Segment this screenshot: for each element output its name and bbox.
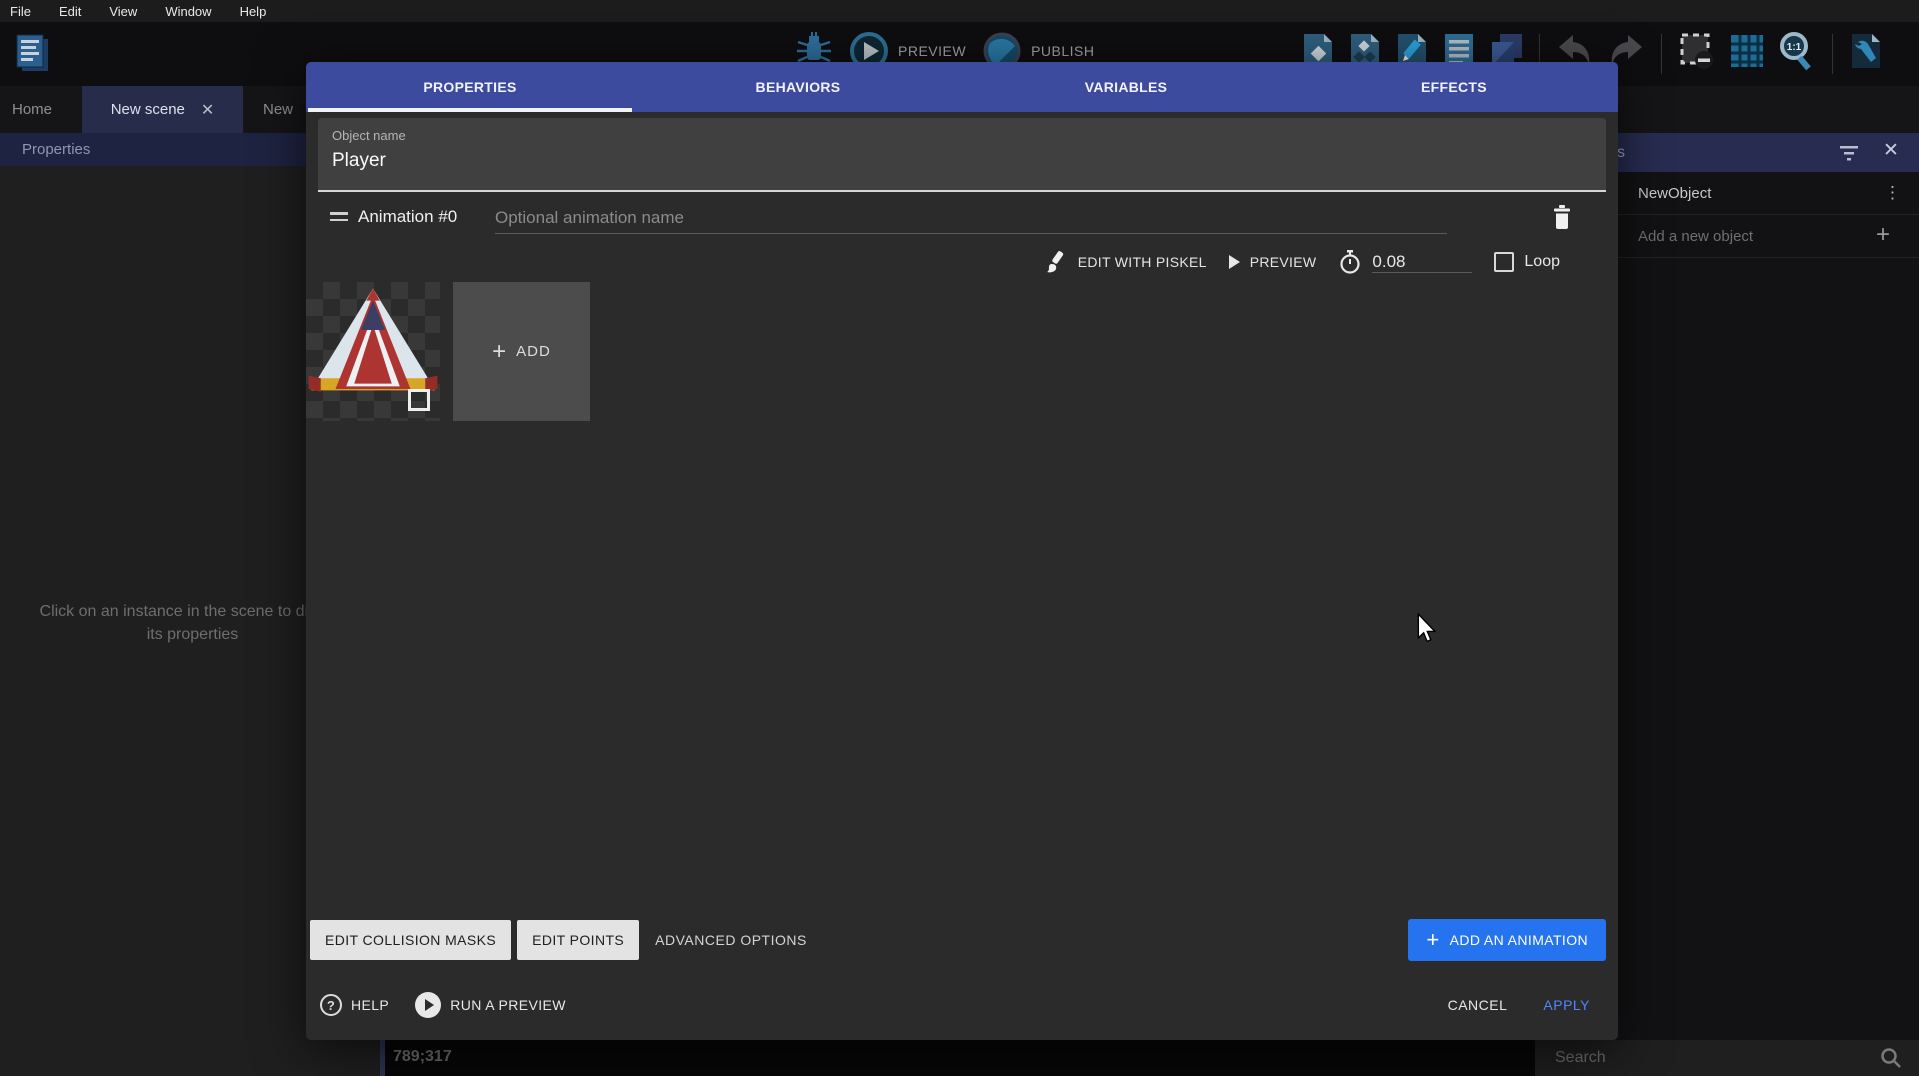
animation-frames-row: + ADD	[306, 282, 590, 421]
zoom-original-button[interactable]: 1:1	[1777, 30, 1817, 77]
edit-with-piskel-button[interactable]: EDIT WITH PISKEL	[1044, 250, 1207, 274]
zoom-1-1-icon: 1:1	[1777, 30, 1817, 72]
properties-panel-title: Properties	[22, 141, 90, 158]
tab-effects[interactable]: EFFECTS	[1290, 62, 1618, 112]
stopwatch-icon	[1338, 249, 1362, 275]
selection-mask-icon	[1677, 30, 1717, 72]
help-label: HELP	[351, 997, 389, 1013]
mouse-cursor	[1415, 613, 1439, 648]
project-manager-icon	[10, 29, 54, 77]
delete-animation-button[interactable]	[1551, 204, 1573, 235]
tab-new-scene-label: New scene	[111, 101, 185, 118]
drag-handle-icon[interactable]	[330, 212, 348, 225]
loop-checkbox[interactable]	[1494, 252, 1514, 272]
edit-collision-masks-button[interactable]: EDIT COLLISION MASKS	[310, 920, 511, 960]
settings-wrench-icon	[1848, 30, 1884, 72]
dialog-tools-row: EDIT COLLISION MASKS EDIT POINTS ADVANCE…	[306, 919, 1618, 961]
active-tab-indicator	[308, 108, 632, 112]
object-name-field[interactable]: Object name Player	[318, 118, 1606, 192]
sprite-frame-thumbnail[interactable]	[306, 282, 440, 421]
brush-icon	[1044, 250, 1068, 274]
publish-label: PUBLISH	[1031, 43, 1094, 59]
plus-icon: +	[1426, 929, 1439, 951]
add-object-plus-icon: +	[1876, 221, 1890, 249]
object-name-label: NewObject	[1638, 185, 1711, 202]
toolbar-divider	[1832, 34, 1833, 74]
play-icon	[1229, 255, 1240, 269]
menu-bar: File Edit View Window Help	[0, 0, 1919, 22]
scene-status-bar: 789;317	[380, 1040, 1535, 1076]
edit-with-piskel-label: EDIT WITH PISKEL	[1078, 254, 1207, 270]
search-icon	[1880, 1047, 1902, 1069]
dialog-tab-bar: PROPERTIES BEHAVIORS VARIABLES EFFECTS	[306, 62, 1618, 112]
object-name-field-label: Object name	[332, 128, 406, 143]
preview-animation-button[interactable]: PREVIEW	[1229, 254, 1317, 270]
loop-toggle[interactable]: Loop	[1494, 252, 1560, 272]
grid-icon	[1728, 32, 1766, 70]
animation-header-row: Animation #0	[306, 196, 1618, 242]
time-between-frames-input[interactable]	[1372, 252, 1472, 273]
loop-label: Loop	[1524, 253, 1560, 271]
tab-behaviors[interactable]: BEHAVIORS	[634, 62, 962, 112]
project-manager-button[interactable]	[10, 29, 54, 82]
tab-close-icon[interactable]: ✕	[201, 100, 214, 120]
app-window: File Edit View Window Help	[0, 0, 1919, 1076]
scene-settings-button[interactable]	[1848, 30, 1884, 77]
preview-animation-label: PREVIEW	[1250, 254, 1317, 270]
menu-window[interactable]: Window	[165, 4, 211, 19]
time-between-frames-field	[1338, 249, 1472, 275]
svg-text:1:1: 1:1	[1787, 42, 1802, 53]
object-name-field-value: Player	[332, 150, 386, 172]
preview-label: PREVIEW	[898, 43, 966, 59]
dialog-footer: ? HELP RUN A PREVIEW CANCEL APPLY	[320, 983, 1590, 1027]
cancel-button[interactable]: CANCEL	[1448, 997, 1508, 1013]
animation-title: Animation #0	[358, 207, 457, 227]
help-icon: ?	[320, 994, 342, 1016]
run-a-preview-button[interactable]: RUN A PREVIEW	[415, 992, 566, 1018]
cursor-coordinates: 789;317	[393, 1048, 452, 1066]
object-menu-icon[interactable]: ⋮	[1884, 183, 1901, 203]
filter-icon[interactable]	[1838, 143, 1860, 166]
help-button[interactable]: ? HELP	[320, 994, 389, 1016]
plus-icon: +	[492, 338, 506, 366]
close-panel-icon[interactable]: ✕	[1883, 139, 1899, 162]
tab-home[interactable]: Home	[12, 86, 52, 133]
trash-icon	[1551, 204, 1573, 230]
clear-selection-button[interactable]	[1677, 30, 1717, 77]
menu-view[interactable]: View	[109, 4, 137, 19]
animation-name-input[interactable]	[495, 202, 1447, 234]
add-animation-label: ADD AN ANIMATION	[1450, 932, 1588, 948]
tab-new-scene[interactable]: New scene ✕	[82, 86, 243, 133]
add-animation-button[interactable]: + ADD AN ANIMATION	[1408, 919, 1606, 961]
tab-variables[interactable]: VARIABLES	[962, 62, 1290, 112]
objects-panel-title-fragment: s	[1617, 144, 1625, 162]
objects-search-bar	[1535, 1040, 1919, 1076]
add-object-label: Add a new object	[1638, 228, 1753, 245]
toolbar-divider	[1661, 34, 1662, 74]
menu-file[interactable]: File	[10, 4, 31, 19]
run-preview-label: RUN A PREVIEW	[450, 997, 566, 1013]
frame-select-checkbox[interactable]	[408, 389, 430, 411]
add-frame-button[interactable]: + ADD	[453, 282, 590, 421]
add-frame-label: ADD	[516, 343, 551, 360]
menu-help[interactable]: Help	[240, 4, 267, 19]
apply-button[interactable]: APPLY	[1543, 997, 1590, 1013]
advanced-options-button[interactable]: ADVANCED OPTIONS	[655, 932, 807, 948]
edit-points-button[interactable]: EDIT POINTS	[517, 920, 639, 960]
objects-search-input[interactable]	[1555, 1044, 1855, 1072]
grid-button[interactable]	[1728, 32, 1766, 75]
object-editor-dialog: PROPERTIES BEHAVIORS VARIABLES EFFECTS O…	[306, 62, 1618, 1040]
menu-edit[interactable]: Edit	[59, 4, 81, 19]
tab-new-partial[interactable]: New	[263, 86, 293, 133]
panel-resize-handle[interactable]	[380, 1040, 385, 1076]
animation-controls-row: EDIT WITH PISKEL PREVIEW Loop	[306, 242, 1618, 282]
run-preview-play-icon	[415, 992, 441, 1018]
tab-properties[interactable]: PROPERTIES	[306, 62, 634, 112]
